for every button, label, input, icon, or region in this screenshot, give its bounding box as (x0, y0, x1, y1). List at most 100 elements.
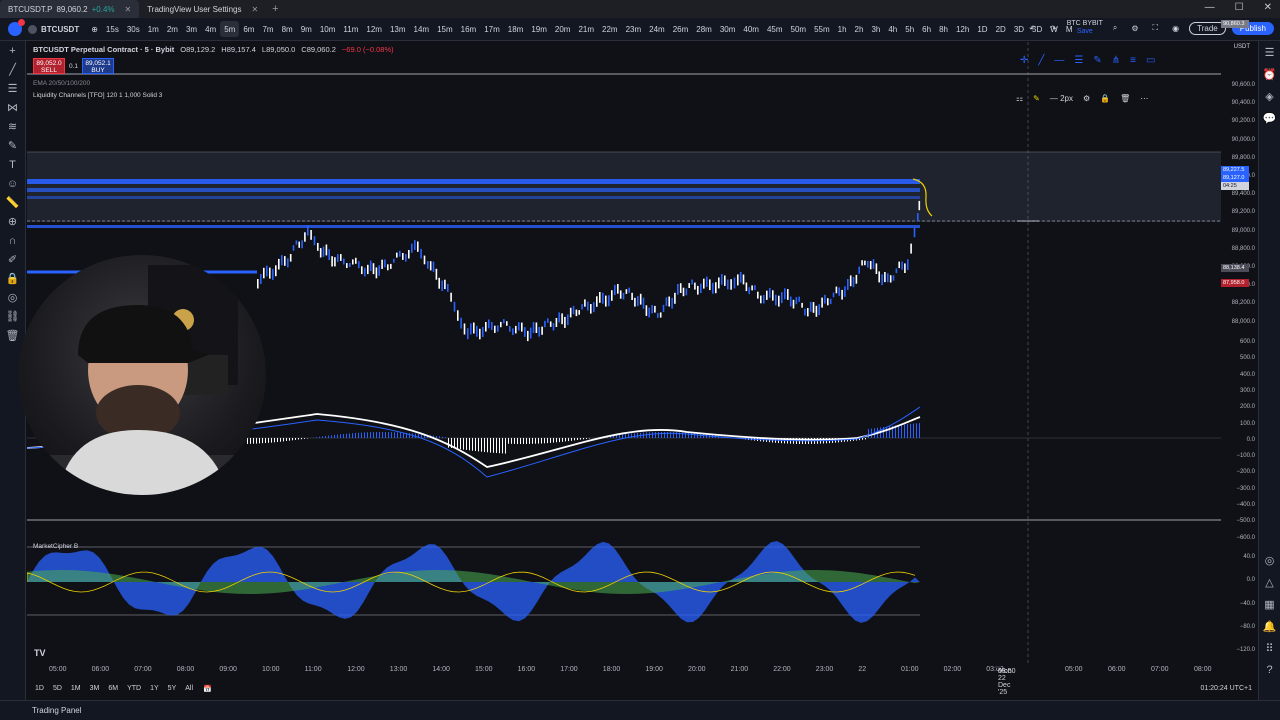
interval-1D[interactable]: 1D (973, 21, 991, 37)
trading-panel-tab[interactable]: Trading Panel (0, 700, 1280, 720)
more-icon[interactable]: ⋯ (1140, 94, 1148, 103)
liquidity-indicator-label[interactable]: Liquidity Channels [TFO] 120 1 1,000 Sol… (33, 92, 162, 99)
interval-50m[interactable]: 50m (787, 21, 811, 37)
pattern-icon[interactable]: ⋈ (0, 98, 25, 117)
price-axis[interactable]: USDT 90,600.0 90,400.0 90,200.0 90,000.0 89,… (1221, 42, 1258, 662)
calendar-icon[interactable]: 📅 (203, 685, 212, 693)
avatar[interactable] (8, 19, 25, 36)
interval-2m[interactable]: 2m (163, 21, 182, 37)
interval-8h[interactable]: 8h (935, 21, 952, 37)
grid-icon[interactable]: ▦ (1259, 593, 1280, 615)
bell-icon[interactable]: △ (1259, 571, 1280, 593)
stay-drawing-icon[interactable]: ✐ (0, 250, 25, 269)
interval-6h[interactable]: 6h (918, 21, 935, 37)
interval-12m[interactable]: 12m (362, 21, 386, 37)
pen-color-icon[interactable]: ✎ (1033, 94, 1040, 103)
brush-icon[interactable]: ✎ (0, 136, 25, 155)
time-axis[interactable]: 05:00 06:00 07:00 08:00 09:00 10:00 11:00 12:00… (27, 664, 1258, 696)
sell-button[interactable]: 89,052.0 SELL (33, 58, 65, 74)
apps-icon[interactable]: ⠿ (1259, 637, 1280, 659)
interval-13m[interactable]: 13m (386, 21, 410, 37)
notifications-icon[interactable]: 🔔 (1259, 615, 1280, 637)
chat-icon[interactable]: 💬 (1259, 107, 1280, 129)
layers-icon[interactable]: ◈ (1259, 85, 1280, 107)
close-icon[interactable]: ✕ (125, 5, 132, 14)
zoom-icon[interactable]: ⊕ (0, 212, 25, 231)
rectangle-icon[interactable]: ▭ (1146, 55, 1155, 66)
template-icon[interactable]: ⚏ (1016, 94, 1023, 103)
interval-10m[interactable]: 10m (316, 21, 340, 37)
interval-22m[interactable]: 22m (598, 21, 622, 37)
settings-icon[interactable]: ⚙ (1083, 94, 1090, 103)
interval-26m[interactable]: 26m (669, 21, 693, 37)
interval-1m[interactable]: 1m (144, 21, 163, 37)
symbol-search-button[interactable]: BTCUSDT (28, 24, 79, 34)
add-symbol-icon[interactable]: ⊕ (87, 21, 102, 37)
interval-17m[interactable]: 17m (480, 21, 504, 37)
interval-7m[interactable]: 7m (258, 21, 277, 37)
interval-11m[interactable]: 11m (339, 21, 362, 37)
interval-45m[interactable]: 45m (763, 21, 787, 37)
range-YTD[interactable]: YTD (127, 685, 141, 692)
horizontal-line-icon[interactable]: — (1054, 55, 1064, 66)
interval-3h[interactable]: 3h (867, 21, 884, 37)
interval-6m[interactable]: 6m (239, 21, 258, 37)
crosshair-icon[interactable]: ✛ (1020, 55, 1028, 66)
ema-indicator-label[interactable]: EMA 20/50/100/200 (33, 80, 90, 87)
interval-21m[interactable]: 21m (574, 21, 598, 37)
trendline-icon[interactable]: ╱ (0, 60, 25, 79)
eye-icon[interactable]: ◎ (0, 288, 25, 307)
search-icon[interactable]: ⌕ (1109, 20, 1121, 36)
range-6M[interactable]: 6M (108, 685, 118, 692)
target-icon[interactable]: ◎ (1259, 549, 1280, 571)
interval-4h[interactable]: 4h (884, 21, 901, 37)
forecast-icon[interactable]: ≋ (0, 117, 25, 136)
range-5Y[interactable]: 5Y (168, 685, 177, 692)
interval-40m[interactable]: 40m (739, 21, 763, 37)
lock-icon[interactable]: 🔒 (0, 269, 25, 288)
interval-23m[interactable]: 23m (622, 21, 646, 37)
minimize-icon[interactable]: — (1205, 2, 1215, 13)
layout-name[interactable]: BTC BYBIT Save (1067, 20, 1103, 36)
interval-15m[interactable]: 15m (433, 21, 457, 37)
range-1M[interactable]: 1M (71, 685, 81, 692)
help-icon[interactable]: ? (1259, 659, 1280, 681)
new-tab-icon[interactable]: + (266, 3, 284, 15)
interval-19m[interactable]: 19m (527, 21, 551, 37)
interval-28m[interactable]: 28m (692, 21, 716, 37)
interval-1h[interactable]: 1h (834, 21, 851, 37)
text-icon[interactable]: T (0, 155, 25, 174)
close-icon[interactable]: ✕ (251, 5, 258, 14)
interval-14m[interactable]: 14m (410, 21, 434, 37)
interval-2h[interactable]: 2h (851, 21, 868, 37)
channel-icon[interactable]: ≡ (1130, 55, 1136, 66)
interval-9m[interactable]: 9m (297, 21, 316, 37)
undo-icon[interactable]: ↶ (1025, 20, 1040, 36)
range-1Y[interactable]: 1Y (150, 685, 159, 692)
interval-20m[interactable]: 20m (551, 21, 575, 37)
browser-tab-settings[interactable]: TradingView User Settings ✕ (139, 0, 266, 18)
interval-8m[interactable]: 8m (278, 21, 297, 37)
gear-icon[interactable]: ⚙ (1127, 20, 1142, 36)
fullscreen-icon[interactable]: ⛶ (1149, 20, 1163, 36)
interval-30s[interactable]: 30s (123, 21, 144, 37)
range-3M[interactable]: 3M (90, 685, 100, 692)
pitchfork-icon[interactable]: ⋔ (1112, 55, 1120, 66)
trash-icon[interactable]: 🗑 (0, 326, 25, 345)
interval-24m[interactable]: 24m (645, 21, 669, 37)
line-width-button[interactable]: — 2px (1050, 94, 1073, 103)
market-cipher-label[interactable]: MarketCipher B (33, 543, 78, 550)
camera-icon[interactable]: ◉ (1168, 20, 1183, 36)
interval-15s[interactable]: 15s (102, 21, 123, 37)
fib-icon[interactable]: ☰ (0, 79, 25, 98)
close-window-icon[interactable]: ✕ (1264, 2, 1272, 13)
range-1D[interactable]: 1D (35, 685, 44, 692)
magnet-icon[interactable]: ∩ (0, 231, 25, 250)
interval-3m[interactable]: 3m (182, 21, 201, 37)
lock-icon[interactable]: 🔒 (1100, 94, 1110, 103)
interval-5m[interactable]: 5m (220, 21, 240, 37)
interval-18m[interactable]: 18m (504, 21, 528, 37)
watchlist-icon[interactable]: ☰ (1259, 41, 1280, 63)
interval-55m[interactable]: 55m (810, 21, 834, 37)
ruler-icon[interactable]: 📏 (0, 193, 25, 212)
